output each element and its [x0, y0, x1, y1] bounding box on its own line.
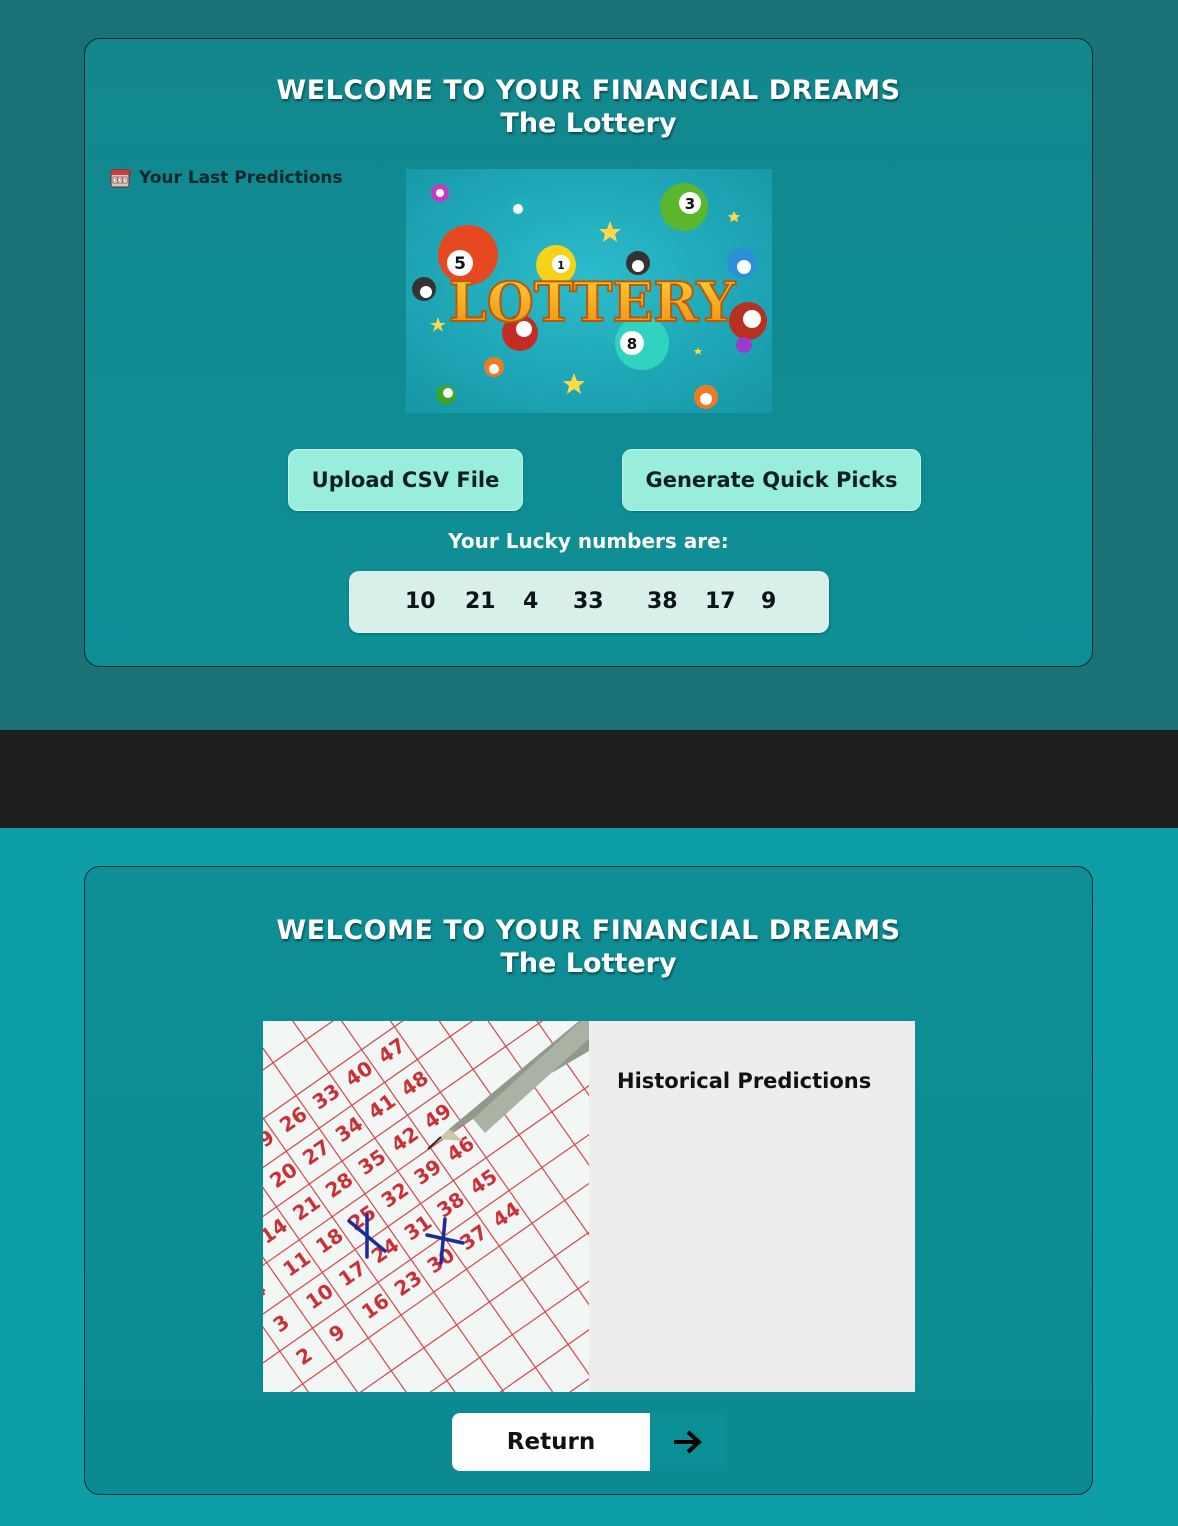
lottery-ticket-image: 5121926334047 6132027344148 714212835424…: [263, 1021, 589, 1392]
slot-machine-icon: 7 7 7: [109, 167, 134, 189]
upload-csv-button[interactable]: Upload CSV File: [288, 449, 523, 511]
page-heading: WELCOME TO YOUR FINANCIAL DREAMS The Lot…: [85, 75, 1092, 139]
divider-band: [0, 730, 1178, 828]
heading-title: WELCOME TO YOUR FINANCIAL DREAMS: [276, 75, 901, 106]
svg-text:8: 8: [627, 335, 637, 353]
lucky-number: 21: [465, 589, 496, 614]
lucky-number: 38: [647, 589, 678, 614]
svg-text:7: 7: [114, 178, 117, 183]
lucky-number: 4: [523, 589, 539, 614]
lucky-number: 9: [761, 589, 777, 614]
lucky-number: 33: [573, 589, 604, 614]
last-predictions-link[interactable]: 7 7 7 Your Last Predictions: [109, 167, 343, 189]
lucky-numbers-box: 10 21 4 33 38 17 9: [349, 571, 829, 633]
return-label: Return: [452, 1413, 650, 1471]
heading-subtitle: The Lottery: [500, 108, 677, 139]
history-section: WELCOME TO YOUR FINANCIAL DREAMS The Lot…: [0, 828, 1178, 1526]
history-card: WELCOME TO YOUR FINANCIAL DREAMS The Lot…: [84, 866, 1093, 1495]
heading-title: WELCOME TO YOUR FINANCIAL DREAMS: [276, 915, 901, 946]
predictions-section: WELCOME TO YOUR FINANCIAL DREAMS The Lot…: [0, 0, 1178, 730]
lucky-number: 10: [405, 589, 436, 614]
svg-text:3: 3: [685, 195, 695, 213]
historical-predictions-panel: Historical Predictions: [589, 1021, 915, 1392]
page-heading: WELCOME TO YOUR FINANCIAL DREAMS The Lot…: [85, 915, 1092, 979]
historical-predictions-title: Historical Predictions: [617, 1069, 872, 1093]
generate-quick-picks-button[interactable]: Generate Quick Picks: [622, 449, 921, 511]
lucky-number: 17: [705, 589, 736, 614]
arrow-right-icon: [650, 1413, 726, 1471]
svg-text:7: 7: [119, 178, 122, 183]
lottery-hero-image: 5 3 1 8 LOTTERY: [406, 169, 772, 413]
return-button[interactable]: Return: [452, 1413, 726, 1471]
last-predictions-label: Your Last Predictions: [139, 168, 343, 188]
svg-text:7: 7: [124, 178, 127, 183]
hero-lottery-text: LOTTERY: [449, 270, 737, 334]
heading-subtitle: The Lottery: [500, 948, 677, 979]
lucky-numbers-label: Your Lucky numbers are:: [448, 529, 729, 553]
predictions-card: WELCOME TO YOUR FINANCIAL DREAMS The Lot…: [84, 38, 1093, 667]
